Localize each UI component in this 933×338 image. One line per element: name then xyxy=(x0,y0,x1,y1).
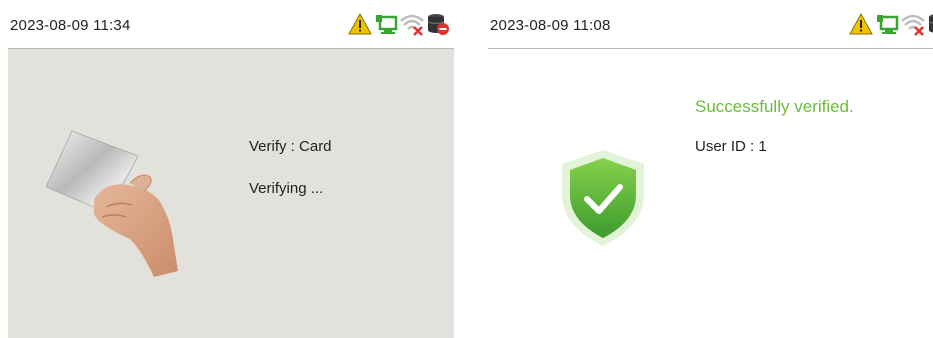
card-hand-illustration xyxy=(45,121,196,281)
shield-check-icon xyxy=(558,148,648,248)
database-error-icon xyxy=(927,12,933,36)
status-icons xyxy=(849,11,933,37)
status-bar: 2023-08-09 11:34 xyxy=(8,0,454,49)
warning-icon xyxy=(849,12,873,36)
user-id-label: User ID : 1 xyxy=(695,138,767,155)
timestamp: 2023-08-09 11:08 xyxy=(490,17,611,34)
wifi-off-icon xyxy=(400,12,424,36)
success-message: Successfully verified. xyxy=(695,97,854,116)
database-error-icon xyxy=(426,12,450,36)
card-verifying-screen: 2023-08-09 11:34 Verify: Card Verifying… xyxy=(8,0,454,338)
network-icon xyxy=(374,12,398,36)
verification-success-screen: 2023-08-09 11:08 Successfully verified. … xyxy=(488,0,933,338)
network-icon xyxy=(875,12,899,36)
warning-icon xyxy=(348,12,372,36)
wifi-off-icon xyxy=(901,12,925,36)
verifying-status: Verifying ... xyxy=(249,180,324,197)
status-icons xyxy=(348,11,450,37)
timestamp: 2023-08-09 11:34 xyxy=(10,17,131,34)
verify-content: Verify : Card Verifying ... xyxy=(8,49,454,338)
status-bar: 2023-08-09 11:08 xyxy=(488,0,933,49)
success-content: Successfully verified. User ID : 1 xyxy=(488,49,933,338)
verify-mode-label: Verify : Card xyxy=(249,138,332,155)
